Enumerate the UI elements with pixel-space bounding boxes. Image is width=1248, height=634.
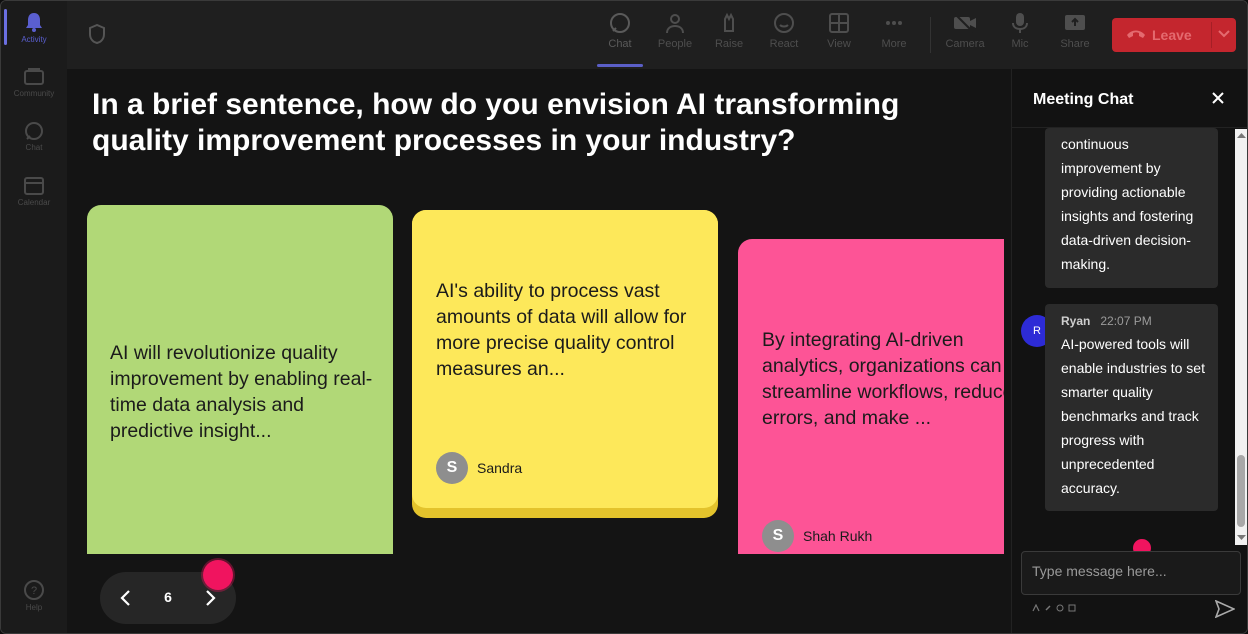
scroll-up-icon[interactable] <box>1237 132 1246 138</box>
chat-icon <box>610 13 630 33</box>
rail-item-calendar[interactable]: Calendar <box>1 176 67 226</box>
chat-icon <box>25 122 43 140</box>
leave-options-caret[interactable] <box>1211 22 1230 48</box>
question-title: In a brief sentence, how do you envision… <box>92 88 900 157</box>
calendar-icon <box>24 177 44 195</box>
toolbar-people-button[interactable]: People <box>648 11 702 67</box>
rail-label: Chat <box>25 143 43 152</box>
cursor-indicator <box>203 560 233 590</box>
help-icon: ? <box>24 580 44 600</box>
smiley-icon <box>774 13 794 33</box>
toolbar-label: People <box>657 38 693 50</box>
share-screen-icon <box>1065 15 1085 30</box>
toolbar-react-button[interactable]: React <box>757 11 811 67</box>
hangup-icon <box>1127 30 1145 38</box>
message-text: continuous improvement by providing acti… <box>1061 136 1194 272</box>
attach-icon[interactable] <box>1044 604 1052 612</box>
toolbar-camera-button[interactable]: Camera <box>938 11 992 67</box>
sender-name: Ryan <box>1061 314 1091 328</box>
message-input[interactable] <box>1030 562 1234 580</box>
rail-item-chat[interactable]: Chat <box>1 121 67 171</box>
message-text: AI-powered tools will enable industries … <box>1061 336 1205 496</box>
community-icon <box>24 68 44 85</box>
response-card[interactable]: AI's ability to process vast amounts of … <box>412 210 718 508</box>
toolbar-label: Share <box>1060 38 1090 50</box>
chat-message: continuous improvement by providing acti… <box>1045 128 1218 288</box>
rail-item-activity[interactable]: Activity <box>1 11 67 61</box>
rail-label: Community <box>13 89 55 98</box>
leave-button[interactable]: Leave <box>1112 18 1236 52</box>
send-icon[interactable] <box>1215 600 1235 618</box>
chevron-down-icon <box>1218 30 1230 38</box>
response-card[interactable]: By integrating AI-driven analytics, orga… <box>738 239 1004 554</box>
close-icon[interactable] <box>1211 91 1225 105</box>
app-window: Activity Community Chat Calendar ? Help … <box>0 0 1248 634</box>
author-name: Shah Rukh <box>803 528 873 544</box>
rail-label: Calendar <box>17 198 51 207</box>
chat-scrollbar[interactable] <box>1235 129 1247 545</box>
scroll-thumb[interactable] <box>1237 455 1245 527</box>
page-number: 6 <box>164 589 172 605</box>
card-text: By integrating AI-driven analytics, orga… <box>762 329 1004 429</box>
toolbar-view-button[interactable]: View <box>812 11 866 67</box>
toolbar-label: Chat <box>608 38 632 50</box>
toolbar-label: Mic <box>1011 38 1029 50</box>
scroll-down-icon[interactable] <box>1237 535 1246 541</box>
card-author: S Sandra <box>436 452 522 484</box>
message-time: 22:07 PM <box>1100 314 1152 328</box>
message-input-box[interactable] <box>1021 551 1241 595</box>
message-meta: Ryan 22:07 PM <box>1061 314 1152 328</box>
rail-item-help[interactable]: ? Help <box>1 579 67 629</box>
format-toolbar <box>1032 604 1076 612</box>
emoji-icon[interactable] <box>1056 604 1064 612</box>
author-name: Sandra <box>477 460 523 476</box>
response-cards: AI will revolutionize quality improvemen… <box>67 196 1004 554</box>
toolbar-share-button[interactable]: Share <box>1048 11 1102 67</box>
rail-label: Help <box>25 603 43 612</box>
toolbar-chat-button[interactable]: Chat <box>593 11 647 67</box>
top-toolbar: Chat People Raise React View More Camera <box>67 1 1247 69</box>
rail-label: Activity <box>21 35 47 44</box>
toolbar-label: View <box>827 38 851 50</box>
chevron-right-icon[interactable] <box>202 588 218 608</box>
grid-view-icon <box>829 13 849 33</box>
rail-item-community[interactable]: Community <box>1 67 67 117</box>
chevron-left-icon[interactable] <box>118 588 134 608</box>
format-icon[interactable] <box>1032 604 1040 612</box>
toolbar-raise-button[interactable]: Raise <box>702 11 756 67</box>
response-card[interactable]: AI will revolutionize quality improvemen… <box>87 205 393 554</box>
avatar: S <box>436 452 468 484</box>
avatar: S <box>762 520 794 552</box>
toolbar-label: React <box>769 38 799 50</box>
leave-label: Leave <box>1152 27 1192 43</box>
toolbar-label: More <box>881 38 907 50</box>
bell-icon <box>26 13 42 32</box>
left-rail: Activity Community Chat Calendar ? Help <box>1 1 67 633</box>
more-icon <box>886 21 902 25</box>
camera-off-icon <box>954 13 976 33</box>
mic-icon <box>1012 13 1028 33</box>
toolbar-separator <box>930 17 931 53</box>
meeting-chat-panel: Meeting Chat continuous improvement by p… <box>1011 69 1247 633</box>
svg-text:?: ? <box>31 585 37 597</box>
card-text: AI will revolutionize quality improvemen… <box>110 342 373 442</box>
toolbar-more-button[interactable]: More <box>867 11 921 67</box>
gif-icon[interactable] <box>1068 604 1076 612</box>
chat-active-underline <box>597 64 643 67</box>
toolbar-mic-button[interactable]: Mic <box>993 11 1047 67</box>
raise-hand-icon <box>724 12 734 32</box>
toolbar-label: Raise <box>714 38 744 50</box>
people-icon <box>666 14 684 34</box>
chat-title: Meeting Chat <box>1033 91 1134 108</box>
toolbar-label: Camera <box>945 38 985 50</box>
chat-message: Ryan 22:07 PM AI-powered tools will enabl… <box>1045 304 1218 511</box>
card-text: AI's ability to process vast amounts of … <box>436 280 687 380</box>
card-author: S Shah Rukh <box>762 520 872 552</box>
shield-icon[interactable] <box>88 24 106 44</box>
